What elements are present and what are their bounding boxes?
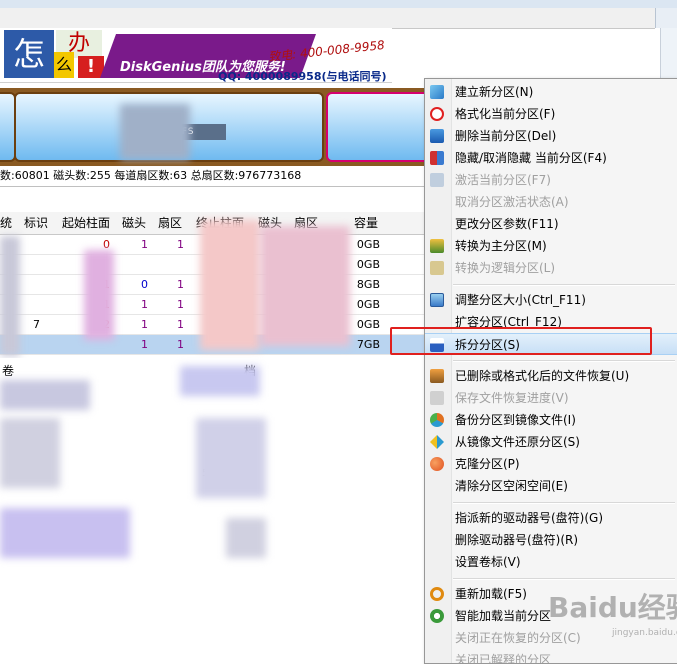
convert-primary-icon (430, 239, 444, 253)
menu-item-clone[interactable]: 克隆分区(P) (425, 453, 677, 475)
toolbar-dropdown-button[interactable] (655, 8, 677, 28)
menu-item-set-volume-label[interactable]: 设置卷标(V) (425, 551, 677, 573)
highlight-annotation-box (390, 327, 652, 355)
menu-item-change-params[interactable]: 更改分区参数(F11) (425, 213, 677, 235)
toolbar (0, 8, 655, 29)
mosaic-blur (84, 250, 114, 340)
convert-logical-icon (430, 261, 444, 275)
menu-item-file-recovery[interactable]: 已删除或格式化后的文件恢复(U) (425, 365, 677, 387)
menu-item-convert-primary[interactable]: 转换为主分区(M) (425, 235, 677, 257)
details-label: 卷 (2, 364, 15, 378)
save-progress-icon (430, 391, 444, 405)
col-header[interactable]: 统 (0, 212, 12, 234)
col-header[interactable]: 标识 (24, 212, 48, 234)
mosaic-blur (180, 366, 260, 396)
mosaic-blur (0, 508, 130, 558)
menu-item-backup-image[interactable]: 备份分区到镜像文件(I) (425, 409, 677, 431)
menu-separator (453, 578, 675, 580)
menu-item-activate[interactable]: 激活当前分区(F7) (425, 169, 677, 191)
cell-head: 0 (141, 278, 148, 291)
cell-head: 1 (141, 318, 148, 331)
clone-icon (430, 457, 444, 471)
disk-partition-bar: NTFS (0, 88, 434, 166)
window-top-strip (0, 0, 677, 8)
menu-separator (453, 284, 675, 286)
logo-tile-me: 么 (54, 52, 74, 78)
delete-icon (430, 129, 444, 143)
col-header[interactable]: 起始柱面 (62, 212, 110, 234)
menu-item-new-partition[interactable]: 建立新分区(N) (425, 81, 677, 103)
mosaic-blur (260, 226, 350, 346)
menu-separator (453, 360, 675, 362)
smart-load-icon (430, 609, 444, 623)
menu-item-delete[interactable]: 删除当前分区(Del) (425, 125, 677, 147)
mosaic-blur (120, 104, 190, 160)
cell-sector: 1 (177, 338, 184, 351)
restore-icon (430, 435, 444, 449)
col-header[interactable]: 扇区 (158, 212, 182, 234)
menu-item-format[interactable]: 格式化当前分区(F) (425, 103, 677, 125)
menu-separator (453, 502, 675, 504)
partition-details-panel: 卷 档 512 (0, 358, 425, 662)
partition-context-menu: 建立新分区(N) 格式化当前分区(F) 删除当前分区(Del) 隐藏/取消隐藏 … (424, 78, 677, 664)
menu-item-hide[interactable]: 隐藏/取消隐藏 当前分区(F4) (425, 147, 677, 169)
logo-tile-zen: 怎 (4, 30, 54, 78)
menu-item-resize[interactable]: 调整分区大小(Ctrl_F11) (425, 289, 677, 311)
backup-icon (430, 413, 444, 427)
cell-sector: 1 (177, 278, 184, 291)
resize-icon (430, 293, 444, 307)
reload-icon (430, 587, 444, 601)
hide-icon (430, 151, 444, 165)
menu-item-deactivate[interactable]: 取消分区激活状态(A) (425, 191, 677, 213)
partition-segment-selected[interactable] (326, 92, 434, 162)
mosaic-blur (0, 236, 20, 356)
mosaic-blur (0, 418, 60, 488)
mosaic-blur (196, 418, 266, 498)
baidu-watermark-url: jingyan.baidu.com (612, 628, 677, 638)
format-icon (430, 107, 444, 121)
mosaic-blur (0, 380, 90, 410)
cell-sector: 1 (177, 318, 184, 331)
cell-sector: 1 (177, 238, 184, 251)
promo-qq: QQ: 4000089958(与电话同号) (218, 70, 387, 83)
menu-item-convert-logical[interactable]: 转换为逻辑分区(L) (425, 257, 677, 279)
menu-item-save-progress[interactable]: 保存文件恢复进度(V) (425, 387, 677, 409)
cell-head: 1 (141, 238, 148, 251)
cell-head: 1 (141, 338, 148, 351)
menu-item-clear-free-space[interactable]: 清除分区空闲空间(E) (425, 475, 677, 497)
menu-item-restore-image[interactable]: 从镜像文件还原分区(S) (425, 431, 677, 453)
col-header[interactable]: 磁头 (122, 212, 146, 234)
new-partition-icon (430, 85, 444, 99)
disk-geometry-info: 数:60801 磁头数:255 每道扇区数:63 总扇区数:976773168 (0, 166, 425, 187)
menu-item-remove-drive-letter[interactable]: 删除驱动器号(盘符)(R) (425, 529, 677, 551)
menu-item-assign-drive-letter[interactable]: 指派新的驱动器号(盘符)(G) (425, 507, 677, 529)
col-header[interactable]: 容量 (354, 212, 378, 234)
cell-head: 1 (141, 298, 148, 311)
cell-sector: 1 (177, 298, 184, 311)
mosaic-blur (200, 220, 260, 350)
mosaic-blur (226, 518, 266, 558)
right-scroll-strip[interactable] (660, 28, 677, 80)
recover-icon (430, 369, 444, 383)
activate-icon (430, 173, 444, 187)
ad-banner[interactable]: 怎 办 么 ! DiskGenius团队为您服务! 致电: 400-008-99… (0, 28, 392, 83)
